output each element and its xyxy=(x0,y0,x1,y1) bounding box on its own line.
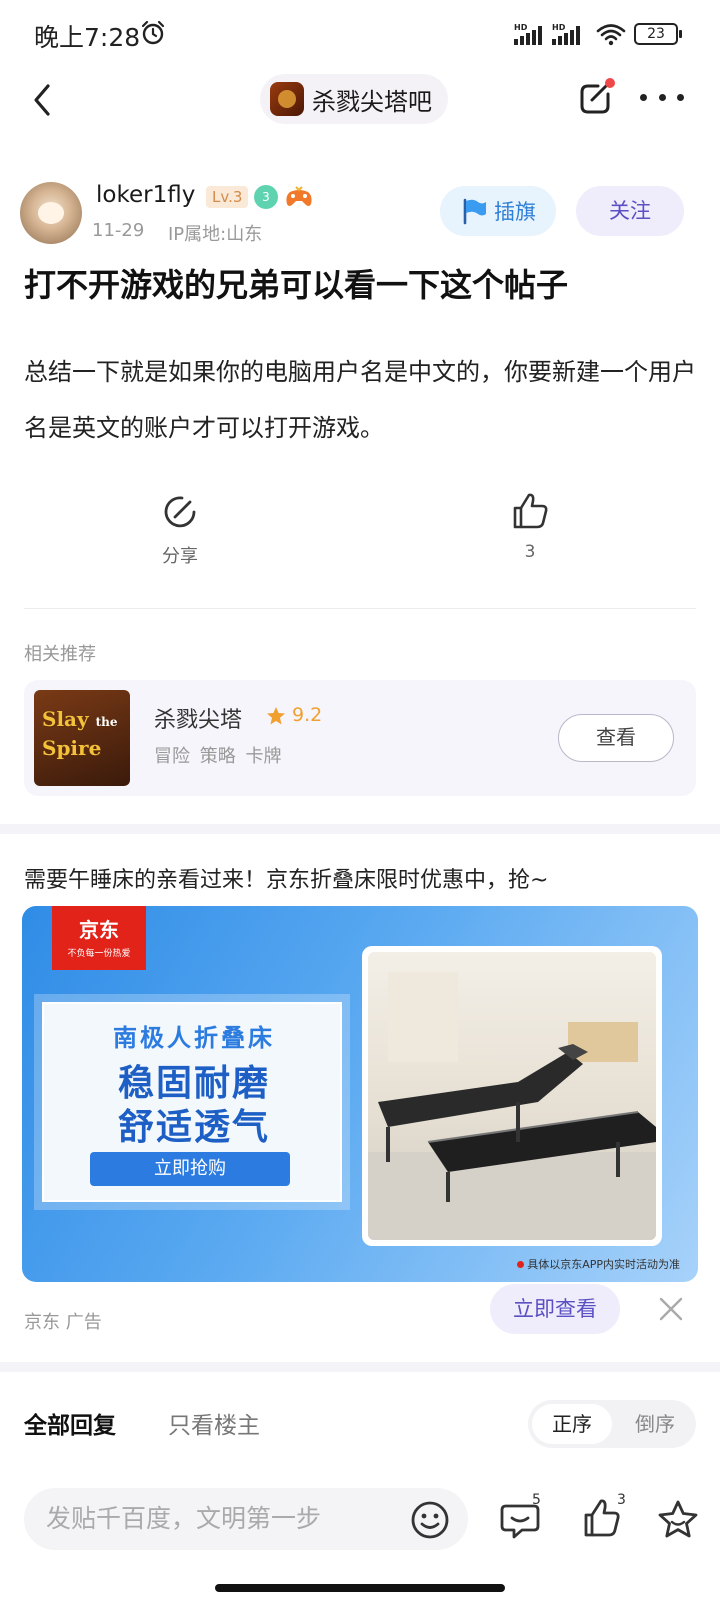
forum-avatar xyxy=(270,82,304,116)
ad-headline: 舒适透气 xyxy=(117,1107,270,1148)
tab-op-only[interactable]: 只看楼主 xyxy=(168,1406,260,1440)
edit-icon[interactable] xyxy=(578,76,618,118)
share-icon xyxy=(164,496,196,528)
game-tags: 冒险 策略 卡牌 xyxy=(154,746,282,767)
ad-text-card: 南极人折叠床 稳固耐磨 舒适透气 立即抢购 xyxy=(42,1002,342,1202)
section-separator xyxy=(0,824,720,834)
back-icon[interactable] xyxy=(28,80,58,120)
share-button[interactable]: 分享 xyxy=(140,492,220,576)
jd-logo-slogan: 不负每一份热爱 xyxy=(67,949,131,959)
forum-link[interactable]: 杀戮尖塔吧 xyxy=(260,74,448,124)
bottom-action-bar: 发贴千百度，文明第一步 5 3 xyxy=(0,1474,720,1600)
top-nav-bar: 杀戮尖塔吧 xyxy=(0,70,720,130)
disclaimer-text: 具体以京东APP内实时活动为准 xyxy=(527,1258,680,1271)
flag-button[interactable]: 插旗 xyxy=(440,186,556,236)
ad-banner[interactable]: 京东 不负每一份热爱 南极人折叠床 稳固耐磨 舒适透气 立即抢购 具体以京东AP… xyxy=(22,906,698,1282)
flag-label: 插旗 xyxy=(494,200,536,224)
status-bar: 晚上7:28 HD HD 23 xyxy=(0,0,720,70)
ad-view-button[interactable]: 立即查看 xyxy=(490,1284,620,1334)
more-dot xyxy=(677,93,684,101)
post-title: 打不开游戏的兄弟可以看一下这个帖子 xyxy=(24,266,569,304)
jd-logo-text: 京东 xyxy=(79,918,119,942)
ad-caption[interactable]: 需要午睡床的亲看过来！京东折叠床限时优惠中，抢~ xyxy=(24,862,548,894)
battery-indicator: 23 xyxy=(634,23,682,45)
view-button[interactable]: 查看 xyxy=(558,714,674,762)
author-avatar[interactable] xyxy=(20,182,82,244)
divider xyxy=(24,608,696,609)
author-name[interactable]: loker1fly xyxy=(96,182,195,208)
related-title: 相关推荐 xyxy=(24,644,96,665)
section-separator xyxy=(0,1362,720,1372)
game-cover: Slay the Spire xyxy=(34,690,130,786)
favorite-star-icon[interactable] xyxy=(656,1498,700,1542)
game-rating: 9.2 xyxy=(292,704,323,726)
flag-icon xyxy=(463,198,486,225)
comment-input[interactable]: 发贴千百度，文明第一步 xyxy=(24,1488,468,1550)
ad-source: 京东 广告 xyxy=(24,1312,102,1333)
post-body: 总结一下就是如果你的电脑用户名是中文的，你要新建一个用户名是英文的账户才可以打开… xyxy=(24,358,696,442)
gamepad-icon xyxy=(286,186,312,206)
cover-line: Slay xyxy=(42,707,89,731)
post-date: 11-29 xyxy=(92,220,145,241)
share-label: 分享 xyxy=(162,546,198,567)
comments-count: 5 xyxy=(532,1492,541,1508)
game-name: 杀戮尖塔 xyxy=(154,708,243,733)
emoji-icon[interactable] xyxy=(410,1500,450,1540)
likes-count: 3 xyxy=(617,1492,626,1508)
ad-product-image xyxy=(368,952,656,1240)
status-time: 晚上7:28 xyxy=(34,23,141,52)
cover-line: the xyxy=(95,715,118,729)
ad-disclaimer: 具体以京东APP内实时活动为准 xyxy=(517,1256,680,1272)
disclaimer-dot xyxy=(517,1261,525,1268)
sort-ascending[interactable]: 正序 xyxy=(532,1404,612,1444)
sort-descending[interactable]: 倒序 xyxy=(618,1404,692,1444)
home-indicator xyxy=(215,1584,505,1592)
game-cover-logo: Slay the Spire xyxy=(42,706,118,761)
svg-text:HD: HD xyxy=(514,23,528,32)
close-icon[interactable] xyxy=(658,1296,684,1322)
level-badge: Lv.3 xyxy=(206,186,249,208)
more-dot xyxy=(658,93,666,101)
more-dot xyxy=(640,93,647,101)
like-button[interactable]: 3 xyxy=(500,490,560,574)
wifi-icon xyxy=(596,24,626,46)
folding-bed-image xyxy=(368,972,656,1240)
star-icon xyxy=(267,707,285,725)
svg-text:HD: HD xyxy=(552,23,566,32)
like-count: 3 xyxy=(524,542,536,562)
like-icon xyxy=(513,493,548,529)
ip-location: IP属地:山东 xyxy=(168,224,263,245)
ad-buy-button[interactable]: 立即抢购 xyxy=(90,1152,290,1186)
follow-button[interactable]: 关注 xyxy=(576,186,684,236)
game-card[interactable]: Slay the Spire 杀戮尖塔 9.2 冒险 策略 卡牌 查看 xyxy=(24,680,696,796)
author-row: loker1fly Lv.3 3 11-29 IP属地:山东 插旗 关注 xyxy=(20,182,700,252)
ad-product-photo xyxy=(362,946,662,1246)
cover-line: Spire xyxy=(42,736,102,760)
gem-badge: 3 xyxy=(254,185,278,209)
alarm-icon xyxy=(141,20,165,45)
forum-name: 杀戮尖塔吧 xyxy=(312,87,432,116)
sort-toggle: 正序 倒序 xyxy=(528,1400,696,1448)
ad-headline: 南极人折叠床 xyxy=(113,1024,275,1052)
more-icon[interactable] xyxy=(640,90,684,104)
tab-all-replies[interactable]: 全部回复 xyxy=(24,1406,116,1440)
signal-icon: HD HD xyxy=(514,23,580,45)
